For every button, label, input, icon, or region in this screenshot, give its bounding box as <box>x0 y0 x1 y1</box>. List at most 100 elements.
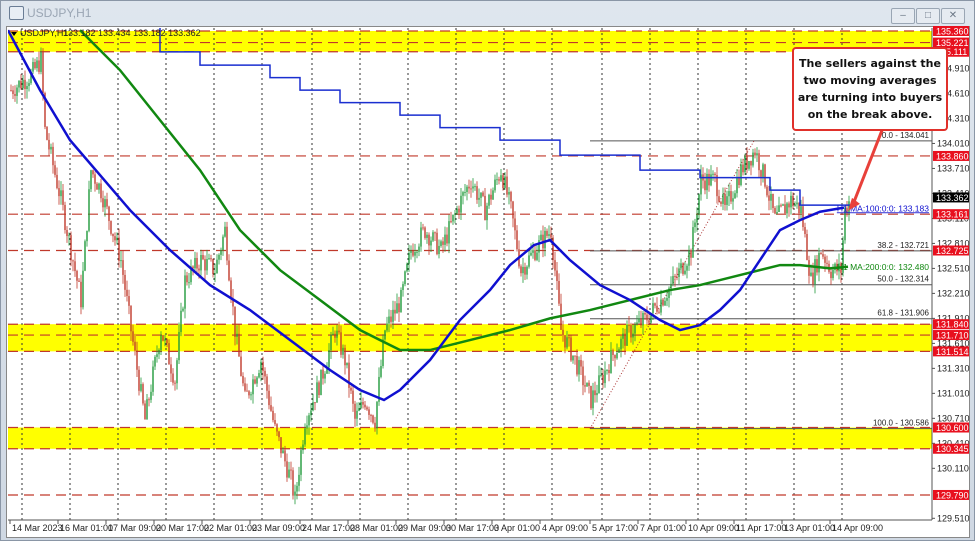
candle <box>774 208 776 214</box>
candle <box>392 309 394 322</box>
candle <box>240 356 242 376</box>
candle <box>186 275 188 283</box>
candle <box>72 260 74 262</box>
candle <box>422 227 424 229</box>
candle <box>504 176 506 188</box>
candle <box>78 280 80 282</box>
candle <box>672 276 674 284</box>
candle <box>804 227 806 234</box>
candle <box>596 393 598 396</box>
candle <box>690 250 692 258</box>
candle <box>396 303 398 314</box>
candle <box>300 450 302 475</box>
candle <box>610 350 612 374</box>
candle <box>730 191 732 202</box>
candle <box>416 251 418 253</box>
candle <box>320 369 322 396</box>
candle <box>386 323 388 331</box>
candle <box>22 79 24 89</box>
candle <box>198 268 200 271</box>
candle <box>42 52 44 93</box>
candle <box>92 170 94 175</box>
candle <box>802 206 804 228</box>
candle <box>174 382 176 384</box>
candle <box>66 230 68 237</box>
candle <box>368 409 370 415</box>
candle <box>318 382 320 396</box>
candle <box>562 329 564 336</box>
candle <box>312 402 314 411</box>
candle <box>746 155 748 169</box>
time-tick-label: 5 Apr 17:00 <box>592 523 638 533</box>
annotation-callout: The sellers against the two moving avera… <box>792 47 948 131</box>
candle <box>812 272 814 285</box>
candle <box>564 335 566 348</box>
candle <box>500 175 502 181</box>
candle <box>74 261 76 271</box>
candle <box>376 401 378 429</box>
candle <box>806 233 808 261</box>
candle <box>792 195 794 207</box>
candle <box>398 303 400 313</box>
candle <box>104 199 106 208</box>
candle <box>474 186 476 188</box>
candle <box>442 241 444 245</box>
candle <box>90 170 92 190</box>
candle <box>366 407 368 410</box>
candle <box>58 188 60 197</box>
candle <box>394 309 396 314</box>
candle <box>324 373 326 379</box>
candle <box>800 206 802 214</box>
candle <box>720 201 722 204</box>
candle <box>620 338 622 350</box>
annotation-text: The sellers against the two moving avera… <box>797 57 943 121</box>
candle <box>316 382 318 403</box>
candle <box>476 186 478 200</box>
candle <box>286 461 288 478</box>
chart-symbol: USDJPY,H1 <box>20 28 68 38</box>
price-level-label: 130.345 <box>936 444 969 454</box>
candle <box>634 324 636 334</box>
candle <box>680 263 682 269</box>
candle <box>116 237 118 241</box>
candle <box>546 230 548 236</box>
candle <box>86 230 88 242</box>
candle <box>432 232 434 241</box>
fib-label: 50.0 - 132.314 <box>877 275 929 284</box>
candle <box>712 173 714 175</box>
candle <box>96 183 98 190</box>
candle <box>250 394 252 396</box>
candle <box>288 469 290 478</box>
time-tick-label: 20 Mar 17:00 <box>156 523 209 533</box>
fib-label: 0.0 - 134.041 <box>882 131 930 140</box>
candle <box>374 422 376 429</box>
candle <box>40 52 42 72</box>
candle <box>292 470 294 496</box>
candle <box>88 189 90 231</box>
candle <box>676 276 678 278</box>
candle <box>270 405 272 411</box>
candle <box>344 347 346 366</box>
candle <box>262 361 264 371</box>
candle <box>268 390 270 406</box>
candle <box>614 355 616 359</box>
price-tick-label: 131.010 <box>937 388 970 398</box>
candle <box>794 204 796 207</box>
candle <box>808 260 810 276</box>
candle <box>832 270 834 279</box>
candle <box>264 370 266 377</box>
candle <box>282 450 284 454</box>
candle <box>150 391 152 400</box>
candle <box>260 361 262 374</box>
candle <box>522 266 524 274</box>
time-tick-label: 23 Mar 09:00 <box>252 523 305 533</box>
candle <box>600 374 602 376</box>
candle <box>536 252 538 260</box>
candle <box>110 221 112 234</box>
candle <box>114 236 116 241</box>
candle <box>154 356 156 367</box>
candle <box>714 173 716 176</box>
time-tick-label: 16 Mar 01:00 <box>60 523 113 533</box>
candle <box>638 318 640 323</box>
price-level-label: 131.514 <box>936 347 969 357</box>
